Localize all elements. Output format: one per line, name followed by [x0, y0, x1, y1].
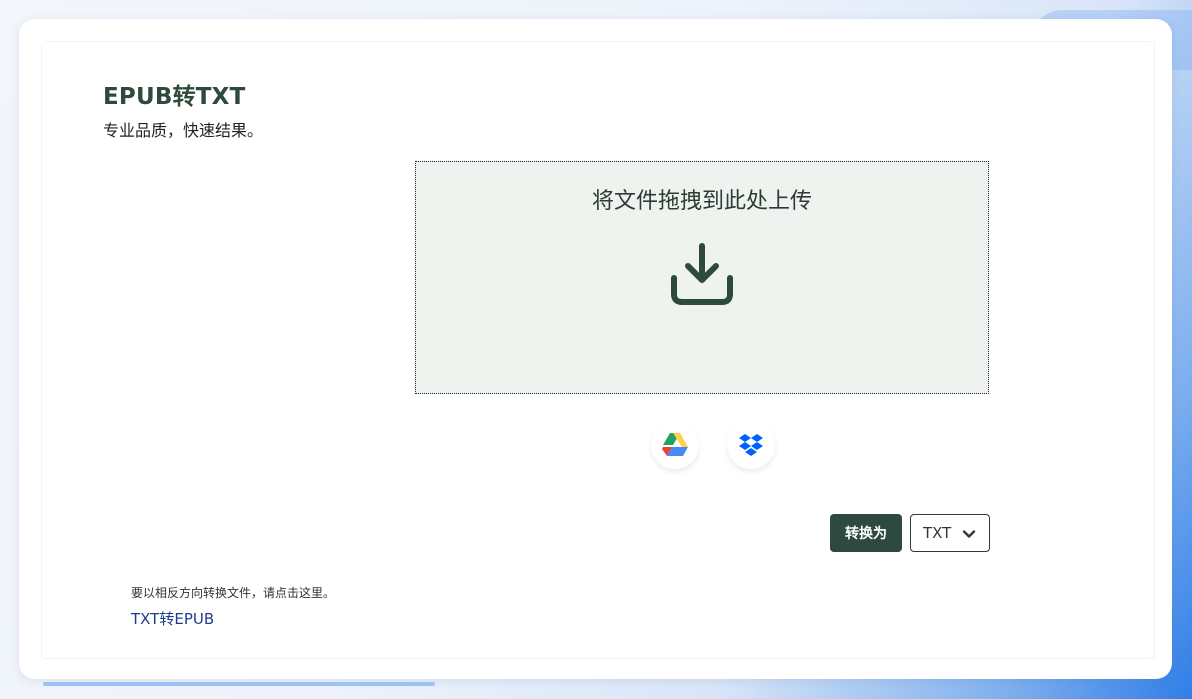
reverse-conversion-note: 要以相反方向转换文件，请点击这里。	[131, 586, 336, 600]
dropbox-icon	[739, 434, 763, 456]
dropbox-button[interactable]	[727, 421, 775, 469]
scroll-progress-bar	[43, 682, 435, 686]
convert-button[interactable]: 转换为	[830, 514, 902, 552]
download-tray-icon	[671, 243, 733, 305]
page-subtitle: 专业品质，快速结果。	[103, 121, 264, 140]
format-select[interactable]: TXT	[910, 514, 990, 552]
file-dropzone[interactable]: 将文件拖拽到此处上传	[415, 161, 989, 394]
converter-card: EPUB转TXT 专业品质，快速结果。 将文件拖拽到此处上传 转换为 TXT 要…	[19, 19, 1172, 679]
chevron-down-icon	[962, 530, 976, 538]
format-selected-value: TXT	[923, 524, 952, 542]
reverse-conversion-link[interactable]: TXT转EPUB	[131, 608, 214, 629]
google-drive-icon	[662, 433, 688, 456]
google-drive-button[interactable]	[651, 421, 699, 469]
dropzone-label: 将文件拖拽到此处上传	[591, 189, 812, 214]
page-title: EPUB转TXT	[103, 84, 246, 110]
